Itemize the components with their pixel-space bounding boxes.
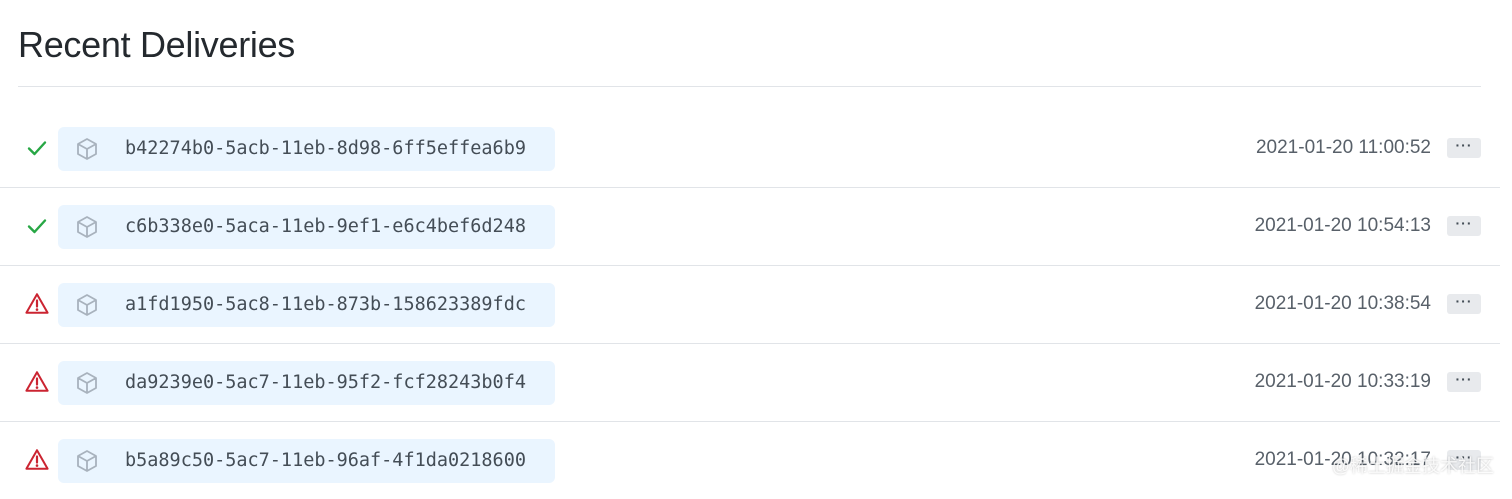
alert-icon xyxy=(24,291,50,317)
more-options-button[interactable]: ··· xyxy=(1447,216,1481,236)
delivery-row[interactable]: b5a89c50-5ac7-11eb-96af-4f1da0218600 202… xyxy=(0,422,1500,499)
delivery-guid-pill[interactable]: c6b338e0-5aca-11eb-9ef1-e6c4bef6d248 xyxy=(58,205,555,249)
delivery-timestamp: 2021-01-20 11:00:52 xyxy=(1255,137,1431,158)
delivery-guid: b5a89c50-5ac7-11eb-96af-4f1da0218600 xyxy=(125,450,526,471)
package-icon xyxy=(74,448,100,474)
more-options-button[interactable]: ··· xyxy=(1447,372,1481,392)
title-divider xyxy=(18,86,1481,87)
package-icon xyxy=(74,214,100,240)
package-icon xyxy=(74,370,100,396)
alert-icon xyxy=(24,447,50,473)
delivery-guid: a1fd1950-5ac8-11eb-873b-158623389fdc xyxy=(125,294,526,315)
ellipsis-icon: ··· xyxy=(1455,137,1473,153)
ellipsis-icon: ··· xyxy=(1455,293,1473,309)
deliveries-list: b42274b0-5acb-11eb-8d98-6ff5effea6b9 202… xyxy=(0,110,1500,499)
delivery-row[interactable]: a1fd1950-5ac8-11eb-873b-158623389fdc 202… xyxy=(0,266,1500,344)
more-options-button[interactable]: ··· xyxy=(1447,294,1481,314)
delivery-row[interactable]: c6b338e0-5aca-11eb-9ef1-e6c4bef6d248 202… xyxy=(0,188,1500,266)
package-icon xyxy=(74,292,100,318)
delivery-row[interactable]: b42274b0-5acb-11eb-8d98-6ff5effea6b9 202… xyxy=(0,110,1500,188)
delivery-guid-pill[interactable]: b42274b0-5acb-11eb-8d98-6ff5effea6b9 xyxy=(58,127,555,171)
delivery-guid-pill[interactable]: da9239e0-5ac7-11eb-95f2-fcf28243b0f4 xyxy=(58,361,555,405)
delivery-guid: b42274b0-5acb-11eb-8d98-6ff5effea6b9 xyxy=(125,138,526,159)
delivery-row[interactable]: da9239e0-5ac7-11eb-95f2-fcf28243b0f4 202… xyxy=(0,344,1500,422)
ellipsis-icon: ··· xyxy=(1455,371,1473,387)
ellipsis-icon: ··· xyxy=(1455,215,1473,231)
delivery-timestamp: 2021-01-20 10:38:54 xyxy=(1254,293,1431,314)
delivery-timestamp: 2021-01-20 10:54:13 xyxy=(1254,215,1431,236)
alert-icon xyxy=(24,369,50,395)
delivery-guid-pill[interactable]: b5a89c50-5ac7-11eb-96af-4f1da0218600 xyxy=(58,439,555,483)
delivery-timestamp: 2021-01-20 10:33:19 xyxy=(1254,371,1431,392)
delivery-guid-pill[interactable]: a1fd1950-5ac8-11eb-873b-158623389fdc xyxy=(58,283,555,327)
more-options-button[interactable]: ··· xyxy=(1447,138,1481,158)
watermark: @稀土掘金技术社区 xyxy=(1331,456,1494,476)
page-title: Recent Deliveries xyxy=(18,24,296,65)
delivery-guid: c6b338e0-5aca-11eb-9ef1-e6c4bef6d248 xyxy=(125,216,526,237)
package-icon xyxy=(74,136,100,162)
check-icon xyxy=(24,213,50,239)
check-icon xyxy=(24,135,50,161)
delivery-guid: da9239e0-5ac7-11eb-95f2-fcf28243b0f4 xyxy=(125,372,526,393)
